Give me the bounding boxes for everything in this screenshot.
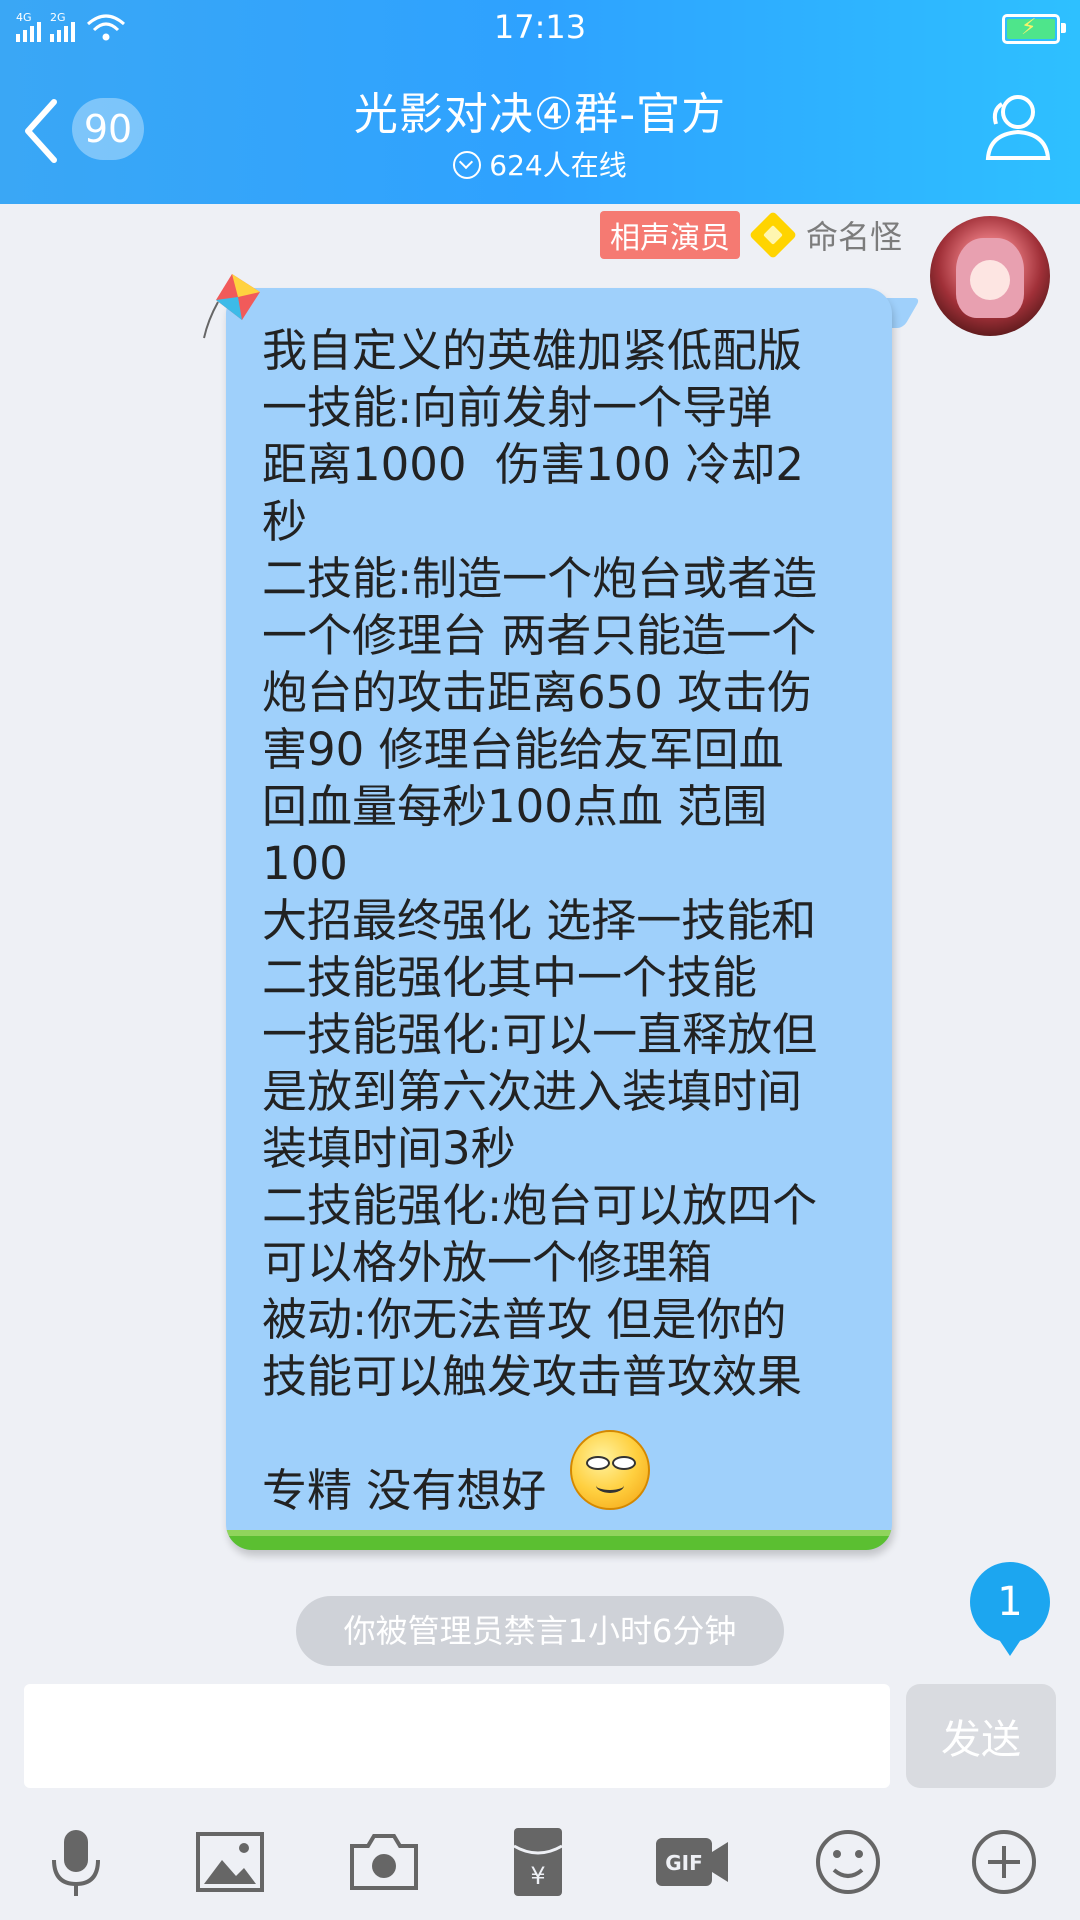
status-bar: 4G 2G 17:13 ⚡ [0, 0, 1080, 58]
level-diamond-icon [748, 210, 798, 260]
group-members-icon[interactable] [978, 90, 1054, 166]
role-badge: 相声演员 [599, 211, 740, 259]
send-button[interactable]: 发送 [906, 1684, 1056, 1788]
sender-name[interactable]: 命名怪 [806, 212, 902, 258]
plus-icon[interactable] [966, 1824, 1042, 1900]
camera-icon[interactable] [346, 1824, 422, 1900]
mute-notice: 你被管理员禁言1小时6分钟 [296, 1596, 784, 1666]
emoji-icon[interactable] [810, 1824, 886, 1900]
avatar[interactable] [930, 216, 1050, 336]
smile-emoji-icon [570, 1430, 650, 1510]
mic-icon[interactable] [38, 1824, 114, 1900]
red-packet-icon[interactable]: ¥ [500, 1824, 576, 1900]
image-icon[interactable] [192, 1824, 268, 1900]
gif-icon[interactable]: GIF [652, 1824, 732, 1900]
message-input[interactable] [24, 1684, 890, 1788]
online-count-label: 624人在线 [489, 149, 627, 182]
input-toolbar: ¥ GIF [0, 1816, 1080, 1906]
message-text: 我自定义的英雄加紧低配版 一技能:向前发射一个导弹 距离1000 伤害100 冷… [262, 324, 818, 1517]
sender-info: 相声演员 命名怪 [599, 210, 902, 260]
new-message-badge[interactable]: 1 [970, 1562, 1050, 1656]
status-time: 17:13 [493, 8, 587, 46]
group-title[interactable]: 光影对决④群-官方 [0, 78, 1080, 142]
battery-icon: ⚡ [1002, 14, 1066, 44]
chat-header: 4G 2G 17:13 ⚡ 90 光影对决④群-官方 624人在线 [0, 0, 1080, 204]
svg-text:¥: ¥ [530, 1862, 545, 1890]
online-count[interactable]: 624人在线 [0, 144, 1080, 184]
chevron-down-icon [453, 151, 482, 179]
svg-text:GIF: GIF [665, 1851, 703, 1875]
